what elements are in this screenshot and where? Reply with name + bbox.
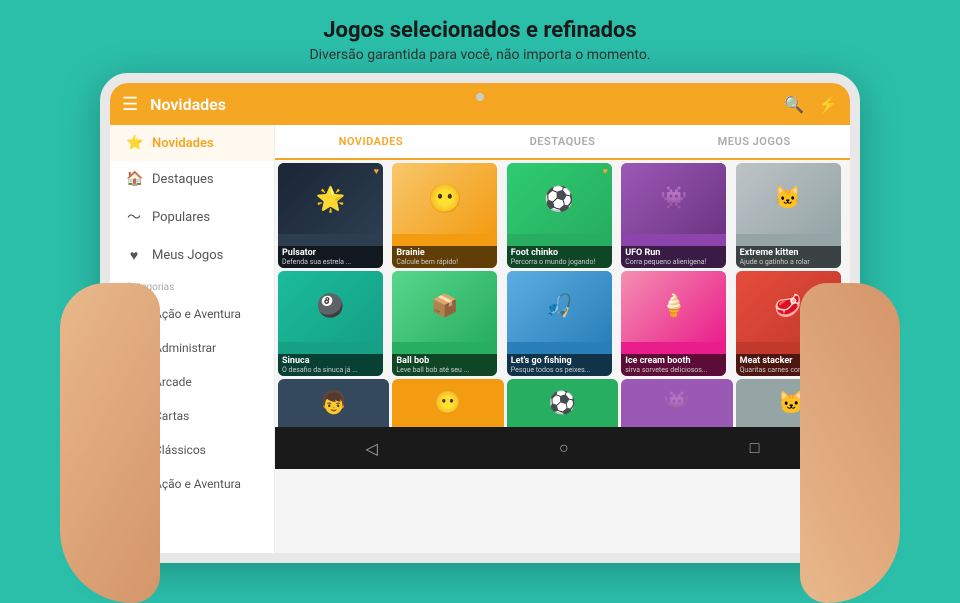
sidebar-item-meusjogos[interactable]: ♥ Meus Jogos bbox=[110, 237, 274, 274]
top-bar: ☰ Novidades 🔍 ⚡ bbox=[110, 83, 850, 125]
populares-icon: 〜 bbox=[126, 207, 142, 227]
bottom-nav: ◁ ○ □ bbox=[275, 427, 850, 469]
hero-subtitle: Diversão garantida para você, não import… bbox=[309, 47, 650, 63]
hero-text-block: Jogos selecionados e refinados Diversão … bbox=[309, 0, 650, 73]
back-button[interactable]: ◁ bbox=[366, 439, 378, 458]
game-card-letsgofishing[interactable]: 🎣 Let's go fishing Pesque todos os peixe… bbox=[507, 271, 612, 376]
sidebar-populares-label: Populares bbox=[152, 210, 210, 225]
cat-label-acao2: Ação e Aventura bbox=[154, 477, 241, 491]
game-desc-extreme: Ajude o gatinho a rolar bbox=[740, 258, 837, 266]
game-title-footchinko: Foot chinko bbox=[511, 248, 608, 258]
game-desc-letsgofishing: Pesque todos os peixes... bbox=[511, 366, 608, 374]
game-card-uforun[interactable]: 👾 UFO Run Corra pequeno alienígena! bbox=[621, 163, 726, 268]
cat-label-admin: Administrar bbox=[154, 341, 216, 355]
tablet-camera bbox=[476, 93, 484, 101]
sidebar-item-destaques[interactable]: 🏠 Destaques bbox=[110, 161, 274, 197]
game-card-pulsator[interactable]: 🌟 Pulsator Defenda sua estrela ... ♥ bbox=[278, 163, 383, 268]
search-icon[interactable]: 🔍 bbox=[784, 95, 804, 114]
games-grid: 🌟 Pulsator Defenda sua estrela ... ♥ 😶 B… bbox=[275, 160, 850, 379]
sidebar-destaques-label: Destaques bbox=[152, 172, 214, 187]
partial-card-4: 👾 bbox=[621, 379, 732, 427]
destaques-icon: 🏠 bbox=[126, 171, 142, 187]
hero-title: Jogos selecionados e refinados bbox=[309, 18, 650, 43]
game-card-icecreambooth[interactable]: 🍦 Ice cream booth sirva sorvetes delicio… bbox=[621, 271, 726, 376]
flash-icon[interactable]: ⚡ bbox=[818, 95, 838, 114]
game-title-extreme: Extreme kitten bbox=[740, 248, 837, 258]
partial-card-2: 😶 bbox=[392, 379, 503, 427]
partial-games-row: 👦 😶 ⚽ 👾 🐱 bbox=[275, 379, 850, 427]
game-card-brainie[interactable]: 😶 Brainie Calcule bem rápido! bbox=[392, 163, 497, 268]
topbar-title: Novidades bbox=[150, 95, 784, 114]
game-desc-brainie: Calcule bem rápido! bbox=[396, 258, 493, 266]
tabs-bar: NOVIDADES DESTAQUES MEUS JOGOS bbox=[275, 125, 850, 160]
partial-card-3: ⚽ bbox=[507, 379, 618, 427]
game-title-letsgofishing: Let's go fishing bbox=[511, 356, 608, 366]
sidebar-item-novidades[interactable]: ⭐ Novidades bbox=[110, 125, 274, 161]
tab-destaques[interactable]: DESTAQUES bbox=[467, 125, 659, 158]
game-title-brainie: Brainie bbox=[396, 248, 493, 258]
game-desc-icecream: sirva sorvetes deliciosos... bbox=[625, 366, 722, 374]
cat-label-acao1: Ação e Aventura bbox=[154, 307, 241, 321]
game-desc-footchinko: Percorra o mundo jogando! bbox=[511, 258, 608, 266]
game-desc-pulsator: Defenda sua estrela ... bbox=[282, 258, 379, 266]
game-title-uforun: UFO Run bbox=[625, 248, 722, 258]
sidebar-item-populares[interactable]: 〜 Populares bbox=[110, 197, 274, 237]
game-desc-ballbob: Leve ball bob até seu ... bbox=[396, 366, 493, 374]
game-title-pulsator: Pulsator bbox=[282, 248, 379, 258]
sidebar-meusjogos-label: Meus Jogos bbox=[152, 248, 223, 263]
novidades-icon: ⭐ bbox=[126, 135, 142, 151]
recents-button[interactable]: □ bbox=[750, 438, 760, 458]
partial-card-1: 👦 bbox=[278, 379, 389, 427]
cat-label-classicos: Clássicos bbox=[154, 443, 206, 457]
meusjogos-icon: ♥ bbox=[126, 247, 142, 264]
tablet: ☰ Novidades 🔍 ⚡ ⭐ Novidades 🏠 bbox=[100, 73, 860, 563]
heart-pulsator: ♥ bbox=[374, 166, 379, 177]
menu-icon[interactable]: ☰ bbox=[122, 94, 138, 115]
content-area: NOVIDADES DESTAQUES MEUS JOGOS 🌟 Pulsato… bbox=[275, 125, 850, 553]
game-desc-sinuca: O desafio da sinuca já ... bbox=[282, 366, 379, 374]
game-card-extremekitten[interactable]: 🐱 Extreme kitten Ajude o gatinho a rolar bbox=[736, 163, 841, 268]
game-desc-uforun: Corra pequeno alienígena! bbox=[625, 258, 722, 266]
game-card-sinuca[interactable]: 🎱 Sinuca O desafio da sinuca já ... bbox=[278, 271, 383, 376]
tablet-screen: ☰ Novidades 🔍 ⚡ ⭐ Novidades 🏠 bbox=[110, 83, 850, 553]
main-layout: ⭐ Novidades 🏠 Destaques 〜 Populares ♥ Me… bbox=[110, 125, 850, 553]
game-title-sinuca: Sinuca bbox=[282, 356, 379, 366]
game-card-footchinko[interactable]: ⚽ Foot chinko Percorra o mundo jogando! … bbox=[507, 163, 612, 268]
tab-meusjogos[interactable]: MEUS JOGOS bbox=[658, 125, 850, 158]
sidebar-novidades-label: Novidades bbox=[152, 136, 214, 151]
game-card-ballbob[interactable]: 📦 Ball bob Leve ball bob até seu ... bbox=[392, 271, 497, 376]
game-title-icecream: Ice cream booth bbox=[625, 356, 722, 366]
heart-footchinko: ♥ bbox=[602, 166, 607, 177]
hand-left bbox=[60, 283, 160, 603]
game-title-ballbob: Ball bob bbox=[396, 356, 493, 366]
topbar-icons: 🔍 ⚡ bbox=[784, 95, 838, 114]
tab-novidades[interactable]: NOVIDADES bbox=[275, 125, 467, 160]
hand-right bbox=[800, 283, 900, 603]
home-button[interactable]: ○ bbox=[559, 438, 569, 458]
